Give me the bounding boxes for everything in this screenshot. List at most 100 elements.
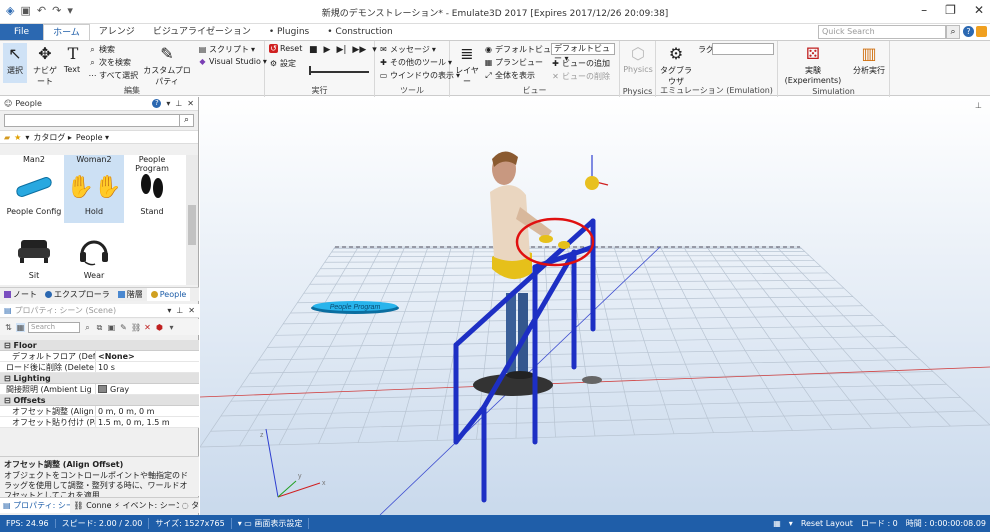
select-all-button[interactable]: ⋯ すべて選択: [88, 70, 139, 81]
people-search-input[interactable]: ⌕: [4, 114, 194, 127]
visual-studio-button[interactable]: ◆ Visual Studio ▾: [198, 57, 267, 66]
tab-visualization[interactable]: ビジュアライゼーション: [144, 24, 260, 40]
link-icon[interactable]: ⛓: [131, 323, 141, 332]
find-button[interactable]: ⌕ 検索: [88, 44, 115, 55]
tab-plugins[interactable]: • Plugins: [260, 24, 318, 40]
property-value[interactable]: Gray: [96, 384, 199, 394]
more-icon[interactable]: ▾: [167, 323, 176, 332]
step-icon[interactable]: ▶|: [336, 45, 346, 55]
layer-button[interactable]: ≣ レイヤー: [453, 43, 481, 87]
stop-icon[interactable]: ■: [309, 45, 318, 55]
minimize-icon[interactable]: –: [921, 3, 927, 17]
catalog-scrollbar[interactable]: [186, 155, 198, 285]
property-row[interactable]: オフセット貼り付け (Paste1.5 m, 0 m, 1.5 m: [0, 417, 199, 428]
tab-connections[interactable]: ⛓ Connec: [70, 498, 111, 513]
physics-button[interactable]: ⬡ Physics: [622, 43, 654, 75]
tab-hierarchy[interactable]: 階層: [114, 288, 147, 301]
tab-file[interactable]: File: [0, 24, 44, 40]
search-icon[interactable]: ⌕: [946, 25, 960, 39]
property-value[interactable]: 0 m, 0 m, 0 m: [96, 406, 199, 416]
dropdown-icon[interactable]: ▾: [166, 99, 170, 108]
catalog-scrollbar-thumb[interactable]: [188, 205, 196, 245]
dropdown-icon[interactable]: ▾: [167, 306, 171, 315]
property-row[interactable]: オフセット調整 (Align O0 m, 0 m, 0 m: [0, 406, 199, 417]
catalog-item-man2[interactable]: Man2: [4, 155, 64, 164]
property-value[interactable]: 1.5 m, 0 m, 1.5 m: [96, 417, 199, 427]
find-next-button[interactable]: ⌕ 次を検索: [88, 57, 131, 68]
catalog-item-woman2[interactable]: Woman2: [64, 155, 124, 164]
window-display-button[interactable]: ▭ ウインドウの表示 ▾: [379, 70, 460, 81]
catalog-item-sit[interactable]: Sit: [4, 231, 64, 280]
sort-az-icon[interactable]: ⇅: [4, 323, 13, 332]
tab-properties-scene[interactable]: ▤ プロパティ: シーン: [0, 498, 71, 513]
catalog-item-people-config[interactable]: People Config: [4, 167, 64, 216]
property-row[interactable]: ロード後に削除 (Delete 10 s: [0, 362, 199, 373]
add-view-button[interactable]: ✚ ビューの追加: [551, 58, 610, 69]
pin-icon[interactable]: ⊥: [975, 101, 982, 110]
properties-search-input[interactable]: Search: [28, 321, 80, 333]
message-button[interactable]: ✉ メッセージ ▾: [379, 44, 436, 55]
crumb-catalog[interactable]: カタログ ▸: [33, 132, 72, 143]
default-view-button[interactable]: ◉ デフォルトビュー: [484, 44, 559, 55]
search-icon[interactable]: ⌕: [179, 115, 193, 126]
tab-explorer[interactable]: エクスプローラ: [41, 288, 114, 301]
text-button[interactable]: T Text: [62, 43, 82, 75]
fast-forward-icon[interactable]: ▶▶: [352, 45, 366, 55]
3d-viewport[interactable]: People Program z x y ⊥: [199, 97, 990, 516]
lag-input[interactable]: [712, 43, 774, 55]
delete-view-button[interactable]: ✕ ビューの削除: [551, 71, 610, 82]
default-view-select[interactable]: デフォルトビュー ▾: [551, 43, 615, 63]
status-speed[interactable]: スピード: 2.00 / 2.00: [56, 518, 150, 529]
navigate-button[interactable]: ✥ ナビゲート: [30, 43, 60, 87]
category-floor[interactable]: ⊟ Floor: [0, 340, 199, 351]
catalog-item-hold[interactable]: ✋✋ Hold: [64, 167, 124, 216]
paste-icon[interactable]: ▣: [107, 323, 116, 332]
select-button[interactable]: ↖ 選択: [3, 43, 27, 83]
pin-icon[interactable]: ⊥: [175, 99, 182, 108]
categorized-icon[interactable]: ▦: [16, 322, 25, 332]
catalog-item-stand[interactable]: Stand: [122, 167, 182, 216]
catalog-item-wear[interactable]: Wear: [64, 231, 124, 280]
tab-events-scene[interactable]: ⚡ イベント: シーン (: [111, 498, 178, 513]
category-lighting[interactable]: ⊟ Lighting: [0, 373, 199, 384]
tab-construction[interactable]: • Construction: [318, 24, 401, 40]
reset-layout-button[interactable]: Reset Layout: [801, 519, 853, 528]
layout-icon[interactable]: ▦: [773, 519, 781, 528]
star-icon[interactable]: ★: [14, 133, 21, 142]
analysis-run-button[interactable]: ▥ 分析実行: [850, 43, 888, 76]
play-icon[interactable]: ▶: [324, 45, 331, 55]
settings-button[interactable]: ⚙ 設定: [269, 58, 296, 69]
script-button[interactable]: ▤ スクリプト ▾: [198, 44, 255, 55]
close-icon[interactable]: ✕: [187, 99, 194, 108]
help-icon[interactable]: ?: [152, 99, 162, 108]
other-tools-button[interactable]: ✚ その他のツール ▾: [379, 57, 452, 68]
folder-icon[interactable]: ▰: [4, 133, 10, 142]
display-settings-button[interactable]: ▾ ▭ 画面表示設定: [232, 518, 310, 529]
category-offsets[interactable]: ⊟ Offsets: [0, 395, 199, 406]
close-icon[interactable]: ✕: [974, 3, 984, 17]
object-icon[interactable]: ⬢: [155, 323, 164, 332]
speed-slider[interactable]: [309, 71, 369, 73]
scene-canvas[interactable]: People Program z x y: [199, 97, 990, 516]
speed-slider-handle[interactable]: [309, 66, 311, 75]
tab-home[interactable]: ホーム: [43, 24, 90, 40]
reset-button[interactable]: ↺ Reset: [269, 44, 302, 53]
quick-search-input[interactable]: Quick Search: [818, 25, 946, 39]
experiments-button[interactable]: ⚄ 実験 (Experiments): [780, 43, 846, 86]
plan-view-button[interactable]: ▦ プランビュー: [484, 57, 543, 68]
help-icon[interactable]: ?: [963, 26, 974, 37]
restore-icon[interactable]: ❐: [945, 3, 956, 17]
custom-property-button[interactable]: ✎ カスタムプロパティ: [140, 43, 194, 87]
pin-icon[interactable]: ⊥: [176, 306, 183, 315]
crumb-people[interactable]: People ▾: [76, 133, 109, 142]
show-all-button[interactable]: ⤢ 全体を表示: [484, 70, 535, 81]
user-icon[interactable]: [976, 26, 987, 37]
edit-icon[interactable]: ✎: [119, 323, 128, 332]
property-row[interactable]: 間接照明 (Ambient Lig Gray: [0, 384, 199, 395]
search-icon[interactable]: ⌕: [83, 323, 92, 332]
close-icon[interactable]: ✕: [188, 306, 195, 315]
property-value[interactable]: <None>: [96, 351, 199, 361]
copy-icon[interactable]: ⧉: [95, 323, 104, 332]
property-row[interactable]: デフォルトフロア (Default<None>: [0, 351, 199, 362]
property-value[interactable]: 10 s: [96, 362, 199, 372]
